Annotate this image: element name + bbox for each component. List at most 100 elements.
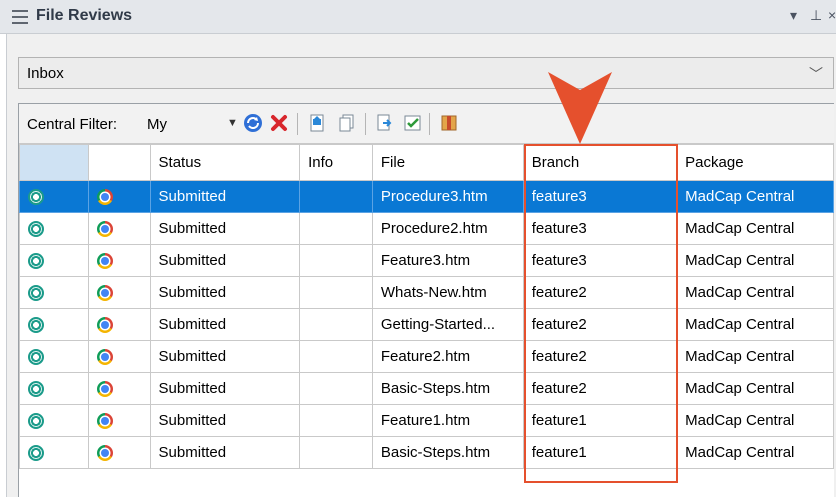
review-status-icon <box>28 445 44 462</box>
table-row[interactable]: Submitted Procedure2.htm feature3 MadCap Ce… <box>19 212 834 245</box>
review-status-icon <box>28 413 44 430</box>
table-row[interactable]: Submitted Feature3.htm feature3 MadCap Cent… <box>19 244 834 277</box>
reviews-grid: Central Filter: My ▼ Status Info File Br… <box>18 103 834 497</box>
central-filter-select[interactable]: My <box>147 116 167 133</box>
branch-cell: feature3 <box>522 180 678 213</box>
branch-cell: feature1 <box>522 404 678 437</box>
inbox-dropdown[interactable]: Inbox ﹀ <box>18 57 834 89</box>
column-header-status[interactable]: Status <box>149 144 301 181</box>
delete-icon[interactable] <box>269 113 289 133</box>
file-cell: Getting-Started... <box>371 308 524 341</box>
branch-cell: feature3 <box>522 244 678 277</box>
export-file-icon[interactable] <box>375 113 395 133</box>
chrome-browser-icon <box>96 317 113 334</box>
hamburger-menu-icon[interactable] <box>12 10 28 24</box>
info-cell <box>299 436 373 469</box>
table-row[interactable]: Submitted Basic-Steps.htm feature2 MadCap C… <box>19 372 834 405</box>
package-cell: MadCap Central <box>676 340 834 373</box>
file-cell: Feature2.htm <box>371 340 524 373</box>
info-cell <box>299 276 373 309</box>
pin-icon[interactable]: ⊥ <box>810 7 822 24</box>
info-cell <box>299 180 373 213</box>
status-cell <box>19 340 89 373</box>
filter-dropdown-arrow-icon[interactable]: ▼ <box>227 117 238 129</box>
status-cell: Submitted <box>149 372 301 405</box>
copy-file-icon[interactable] <box>337 113 357 133</box>
chrome-browser-icon <box>96 189 113 206</box>
review-status-icon <box>28 253 44 270</box>
package-cell: MadCap Central <box>676 436 834 469</box>
package-cell: MadCap Central <box>676 180 834 213</box>
column-header-branch[interactable]: Branch <box>522 144 678 181</box>
review-status-icon <box>28 317 44 334</box>
branch-cell: feature1 <box>522 436 678 469</box>
package-cell: MadCap Central <box>676 308 834 341</box>
browser-cell <box>87 436 151 469</box>
package-cell: MadCap Central <box>676 244 834 277</box>
column-header-select[interactable] <box>19 144 89 181</box>
chrome-browser-icon <box>96 381 113 398</box>
branch-cell: feature2 <box>522 340 678 373</box>
review-status-icon <box>28 381 44 398</box>
status-cell <box>19 212 89 245</box>
package-cell: MadCap Central <box>676 372 834 405</box>
status-cell: Submitted <box>149 308 301 341</box>
status-cell <box>19 404 89 437</box>
status-cell <box>19 180 89 213</box>
branch-cell: feature2 <box>522 372 678 405</box>
branch-cell: feature2 <box>522 308 678 341</box>
table-row[interactable]: Submitted Getting-Started... feature2 MadCa… <box>19 308 834 341</box>
file-cell: Feature1.htm <box>371 404 524 437</box>
table-row[interactable]: Submitted Basic-Steps.htm feature1 MadCap C… <box>19 436 834 469</box>
package-cell: MadCap Central <box>676 404 834 437</box>
package-cell: MadCap Central <box>676 212 834 245</box>
reviews-table: Status Info File Branch Package Submitte… <box>19 144 834 469</box>
table-row[interactable]: Submitted Procedure3.htm feature3 MadCap Ce… <box>19 180 834 213</box>
toolbar-separator <box>365 113 366 135</box>
panel-title: File Reviews <box>36 7 133 24</box>
info-cell <box>299 340 373 373</box>
chrome-browser-icon <box>96 413 113 430</box>
chevron-down-icon: ﹀ <box>809 66 823 82</box>
status-cell: Submitted <box>149 436 301 469</box>
accept-review-icon[interactable] <box>403 113 423 133</box>
browser-cell <box>87 308 151 341</box>
refresh-icon[interactable] <box>243 113 263 133</box>
close-icon[interactable]: × <box>828 7 836 23</box>
status-cell <box>19 308 89 341</box>
package-icon[interactable] <box>439 113 459 133</box>
table-row[interactable]: Submitted Feature2.htm feature2 MadCap Cent… <box>19 340 834 373</box>
column-header-file[interactable]: File <box>371 144 524 181</box>
grid-toolbar: Central Filter: My ▼ <box>19 104 834 144</box>
browser-cell <box>87 340 151 373</box>
open-file-icon[interactable] <box>307 113 327 133</box>
table-header-row: Status Info File Branch Package <box>19 144 834 181</box>
table-row[interactable]: Submitted Whats-New.htm feature2 MadCap Cen… <box>19 276 834 309</box>
toolbar-separator <box>429 113 430 135</box>
chrome-browser-icon <box>96 221 113 238</box>
table-row[interactable]: Submitted Feature1.htm feature1 MadCap Cent… <box>19 404 834 437</box>
status-cell <box>19 436 89 469</box>
status-cell: Submitted <box>149 180 301 213</box>
file-cell: Procedure3.htm <box>371 180 524 213</box>
review-status-icon <box>28 285 44 302</box>
info-cell <box>299 372 373 405</box>
status-cell: Submitted <box>149 212 301 245</box>
status-cell <box>19 244 89 277</box>
browser-cell <box>87 404 151 437</box>
column-header-info[interactable]: Info <box>299 144 373 181</box>
branch-cell: feature3 <box>522 212 678 245</box>
review-status-icon <box>28 221 44 238</box>
window-position-dropdown-icon[interactable]: ▾ <box>790 7 797 24</box>
column-header-browser[interactable] <box>87 144 151 181</box>
review-status-icon <box>28 189 44 206</box>
chrome-browser-icon <box>96 349 113 366</box>
info-cell <box>299 404 373 437</box>
toolbar-separator <box>297 113 298 135</box>
column-header-package[interactable]: Package <box>676 144 834 181</box>
file-cell: Feature3.htm <box>371 244 524 277</box>
file-cell: Basic-Steps.htm <box>371 372 524 405</box>
status-cell: Submitted <box>149 276 301 309</box>
browser-cell <box>87 180 151 213</box>
chrome-browser-icon <box>96 445 113 462</box>
